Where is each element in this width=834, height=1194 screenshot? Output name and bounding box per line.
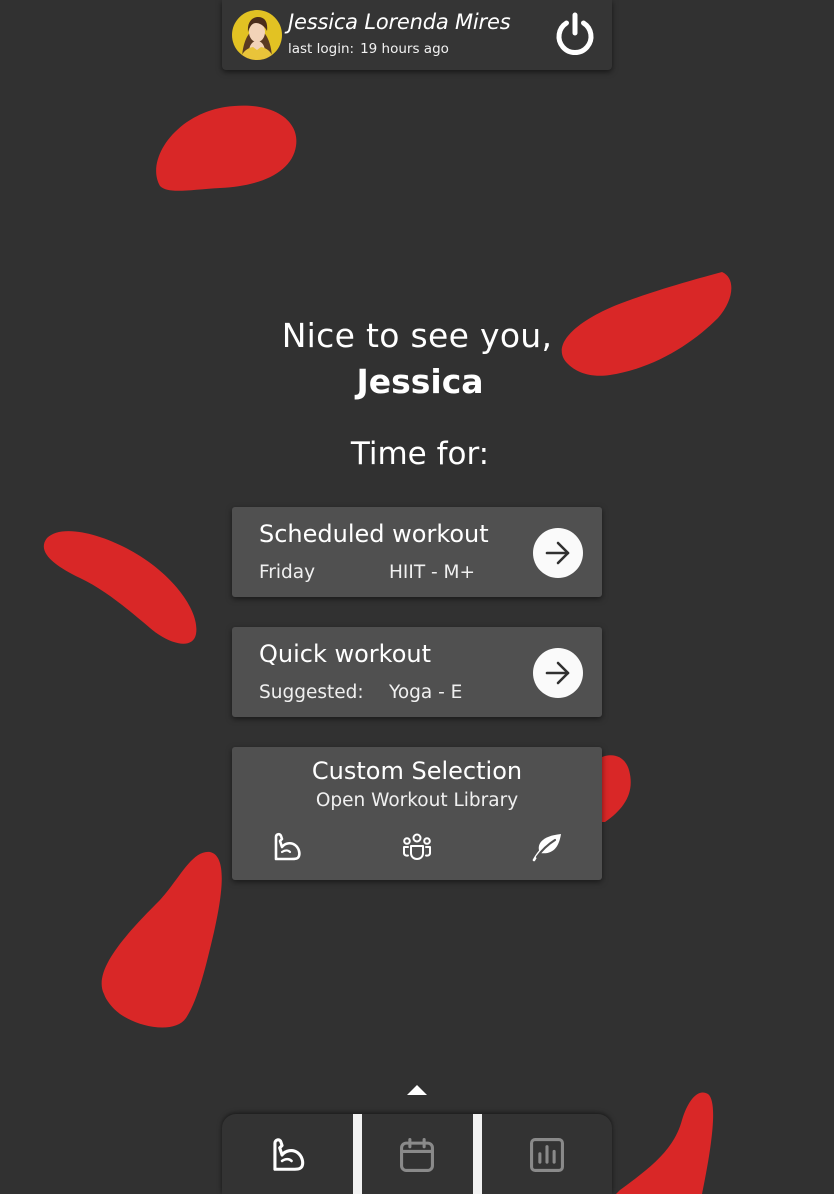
strength-category-button[interactable]: [271, 831, 303, 863]
suggested-workout-name: Yoga - E: [389, 682, 463, 703]
quick-workout-card[interactable]: Quick workout Suggested: Yoga - E: [232, 627, 602, 717]
last-login-value: 19 hours ago: [360, 41, 449, 57]
calendar-icon: [400, 1138, 434, 1172]
red-blob-lower-left: [101, 851, 222, 1028]
wellness-category-button[interactable]: [531, 831, 563, 863]
group-class-icon: [403, 833, 431, 860]
greeting-text: Nice to see you,: [281, 316, 553, 355]
greeting-name: Jessica: [356, 362, 484, 401]
caret-up-icon: [407, 1085, 427, 1095]
start-scheduled-workout-button[interactable]: [533, 528, 583, 578]
stats-chart-icon: [530, 1138, 564, 1172]
app-screen: Jessica Lorenda Mires last login: 19 hour…: [0, 0, 834, 1194]
red-blob-top-left: [156, 105, 297, 191]
group-class-category-button[interactable]: [401, 831, 433, 863]
nav-divider: [473, 1114, 482, 1194]
workout-arm-icon: [273, 1138, 305, 1171]
last-login: last login: 19 hours ago: [288, 41, 449, 57]
avatar-photo-icon: [232, 10, 282, 60]
wellness-leaf-icon: [532, 834, 561, 862]
red-blob-bottom-right: [616, 1092, 714, 1194]
user-name: Jessica Lorenda Mires: [288, 10, 511, 34]
nav-statistics[interactable]: [482, 1114, 612, 1194]
suggested-label: Suggested:: [259, 682, 364, 703]
arrow-right-icon: [545, 661, 570, 685]
logout-button[interactable]: [552, 12, 598, 58]
red-blob-behind-card: [600, 755, 631, 822]
scheduled-workout-name: HIIT - M+: [389, 562, 476, 583]
nav-workouts[interactable]: [222, 1114, 353, 1194]
power-icon: [556, 12, 594, 55]
nav-divider: [353, 1114, 362, 1194]
last-login-label: last login:: [288, 41, 355, 57]
start-quick-workout-button[interactable]: [533, 648, 583, 698]
decorative-blobs: [43, 105, 732, 1194]
nav-expand-toggle[interactable]: [406, 1082, 428, 1096]
open-workout-library-link[interactable]: Open Workout Library: [232, 790, 602, 811]
user-header: Jessica Lorenda Mires last login: 19 hour…: [222, 0, 612, 70]
red-blob-mid-left: [43, 531, 197, 644]
custom-selection-title: Custom Selection: [311, 757, 523, 785]
custom-selection-card: Custom Selection Open Workout Library: [232, 747, 602, 880]
nav-calendar[interactable]: [362, 1114, 473, 1194]
strength-arm-icon: [274, 832, 301, 861]
arrow-right-icon: [545, 541, 570, 565]
bottom-navigation: [222, 1114, 612, 1194]
scheduled-workout-title: Scheduled workout: [259, 520, 489, 548]
user-avatar: [232, 10, 282, 60]
quick-workout-title: Quick workout: [259, 640, 432, 668]
scheduled-day: Friday: [259, 562, 316, 583]
scheduled-workout-card[interactable]: Scheduled workout Friday HIIT - M+: [232, 507, 602, 597]
time-for-label: Time for:: [350, 436, 490, 472]
